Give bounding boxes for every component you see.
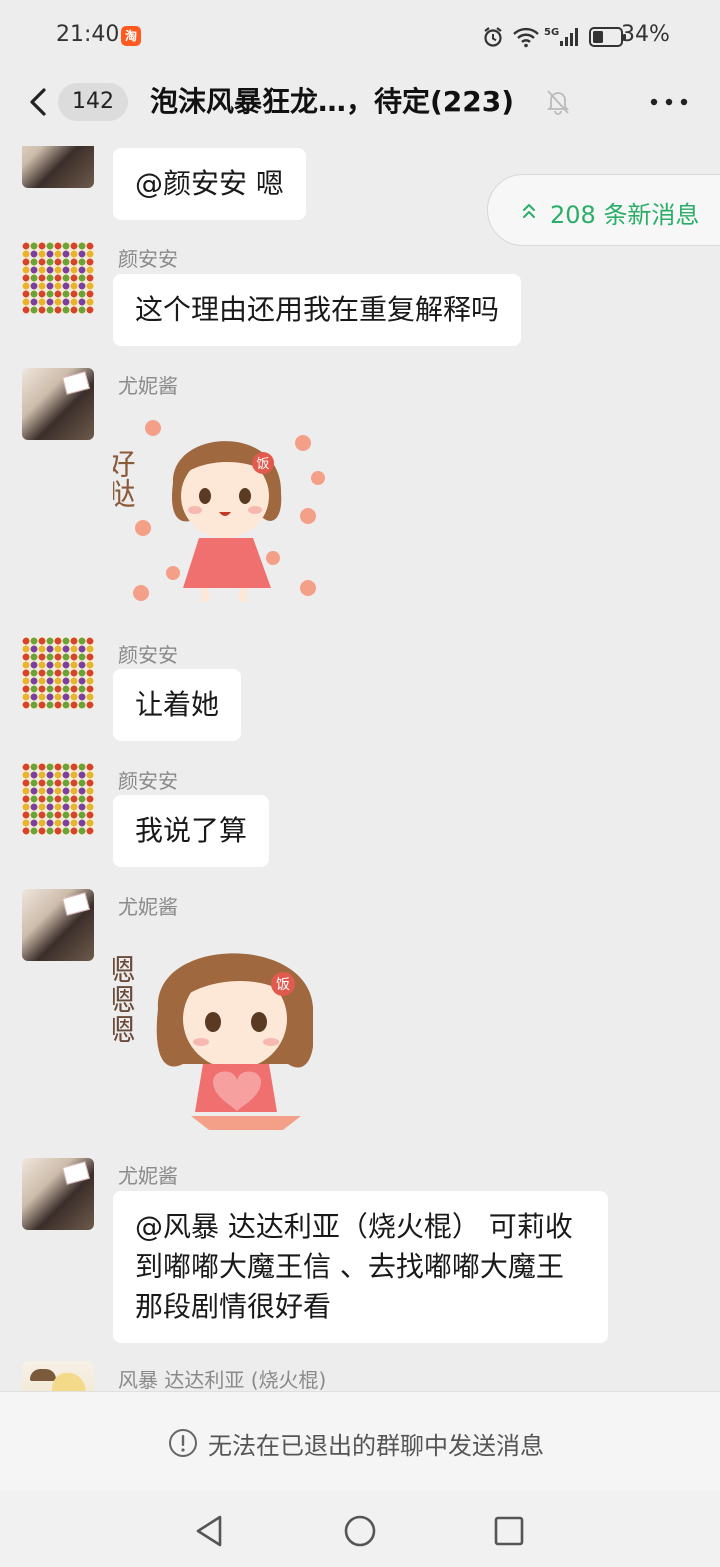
sticker-badge: 饭 (276, 977, 290, 993)
system-navigation-bar (0, 1491, 720, 1567)
double-chevron-up-icon (523, 204, 535, 218)
avatar-yananan[interactable] (22, 763, 94, 835)
sender-name: 颜安安 (118, 247, 178, 271)
unread-count-badge[interactable]: 142 (58, 83, 128, 121)
sticker-en[interactable]: 嗯嗯嗯 饭 (100, 924, 314, 1134)
more-dots-icon[interactable] (650, 98, 688, 106)
sticker-girl-heart-image: 嗯嗯嗯 饭 (100, 953, 314, 1130)
avatar-yananan[interactable] (22, 637, 94, 709)
message-bubble[interactable]: 这个理由还用我在重复解释吗 (113, 274, 522, 346)
nav-back-triangle-icon[interactable] (190, 1511, 230, 1551)
sender-name: 尤妮酱 (118, 1164, 178, 1188)
chat-header: 142 泡沫风暴狂龙…，待定(223) (0, 72, 720, 146)
new-messages-button[interactable]: 208 条新消息 (487, 174, 720, 246)
alarm-icon (484, 27, 502, 47)
signal-icon (560, 28, 579, 46)
nav-home-circle-icon[interactable] (340, 1511, 380, 1551)
message-list[interactable]: @颜安安 嗯 颜安安 这个理由还用我在重复解释吗 尤妮酱 饭 好哒 颜安安 让着… (0, 146, 720, 1391)
back-arrow-icon[interactable] (24, 82, 54, 122)
wifi-icon (513, 27, 539, 48)
sender-name: 颜安安 (118, 769, 178, 793)
new-messages-label: 208 条新消息 (550, 201, 700, 229)
sticker-girl-image: 饭 好哒 (100, 420, 325, 602)
sticker-caption: 好哒 (113, 448, 136, 508)
info-circle-icon (169, 1429, 197, 1457)
avatar-yananan[interactable] (22, 242, 94, 314)
sender-name: 尤妮酱 (118, 895, 178, 919)
mute-bell-icon (546, 90, 570, 115)
avatar-youni[interactable] (22, 146, 94, 188)
input-disabled-bar: 无法在已退出的群聊中发送消息 (0, 1391, 720, 1491)
nav-recents-square-icon[interactable] (489, 1511, 529, 1551)
status-bar: 21:40 淘 5G 34% (0, 0, 720, 72)
avatar-youni[interactable] (22, 889, 94, 961)
sender-name: 颜安安 (118, 643, 178, 667)
taobao-notification-icon: 淘 (121, 26, 141, 46)
message-bubble[interactable]: 我说了算 (113, 795, 270, 867)
message-bubble[interactable]: @风暴 达达利亚（烧火棍） 可莉收到嘟嘟大魔王信 、去找嘟嘟大魔王 那段剧情很好… (113, 1191, 608, 1343)
message-bubble[interactable]: 让着她 (113, 669, 242, 741)
sticker-haoda[interactable]: 饭 好哒 (100, 408, 333, 618)
sender-name: 尤妮酱 (118, 374, 178, 398)
avatar-youni[interactable] (22, 1158, 94, 1230)
sticker-caption: 嗯嗯嗯 (113, 954, 135, 1044)
sticker-badge: 饭 (256, 457, 269, 472)
disabled-notice: 无法在已退出的群聊中发送消息 (208, 1432, 544, 1460)
status-time: 21:40 (56, 22, 120, 47)
network-type: 5G (544, 26, 560, 38)
message-bubble[interactable]: @颜安安 嗯 (113, 148, 306, 220)
status-icons: 5G (482, 24, 627, 50)
avatar-fengbao[interactable] (22, 1361, 94, 1391)
chat-title: 泡沫风暴狂龙…，待定(223) (150, 85, 515, 118)
sender-name: 风暴 达达利亚 (烧火棍) (118, 1368, 327, 1391)
avatar-youni[interactable] (22, 368, 94, 440)
battery-percent: 34% (621, 22, 670, 47)
